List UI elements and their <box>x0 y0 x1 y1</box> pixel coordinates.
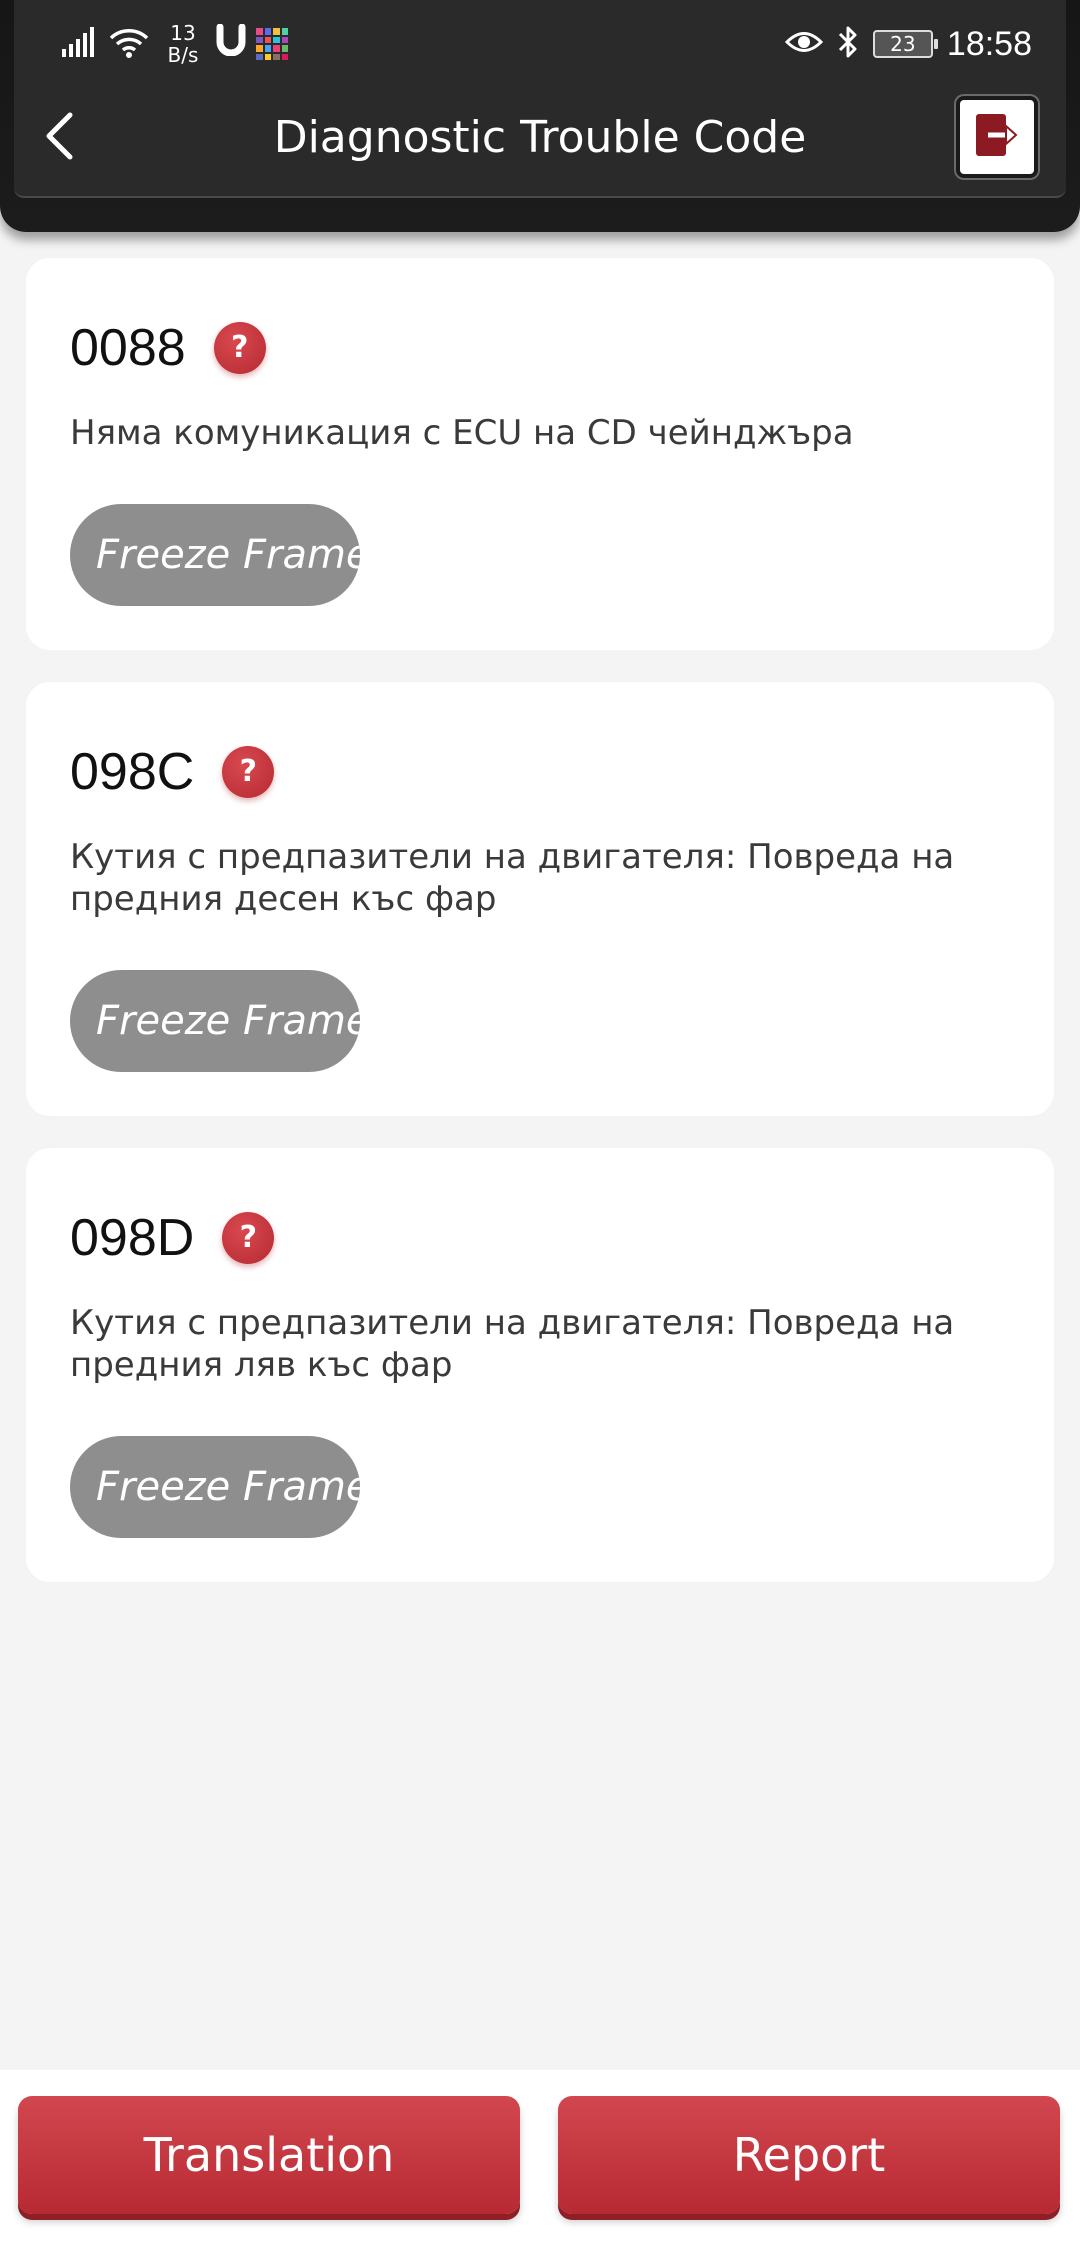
help-icon[interactable]: ? <box>222 746 275 798</box>
exit-button[interactable] <box>956 96 1038 178</box>
code-row: 098D ? <box>70 1196 1010 1280</box>
report-button[interactable]: Report <box>558 2096 1060 2214</box>
eye-comfort-icon <box>784 29 824 59</box>
code-row: 0088 ? <box>70 306 1010 390</box>
trouble-code-card: 098D ? Кутия с предпазители на двигателя… <box>26 1148 1054 1582</box>
wifi-icon <box>108 26 150 62</box>
net-speed-unit: B/s <box>167 43 199 67</box>
trouble-code: 098D <box>70 1209 195 1267</box>
chevron-left-icon <box>44 111 74 165</box>
code-description: Кутия с предпазители на двигателя: Повре… <box>70 837 955 919</box>
translation-button[interactable]: Translation <box>18 2096 520 2214</box>
game-app-icon <box>256 28 288 60</box>
trouble-code-card: 0088 ? Няма комуникация с ECU на CD чейн… <box>26 258 1054 650</box>
freeze-frame-button[interactable]: Freeze Frame <box>70 504 360 606</box>
u-app-icon <box>216 23 246 65</box>
bottom-action-bar: Translation Report <box>0 2070 1080 2244</box>
trouble-code: 098C <box>70 743 195 801</box>
exit-door-icon <box>972 110 1022 164</box>
status-bar: 13 B/s 23 18:58 <box>0 0 1080 88</box>
trouble-code-card: 098C ? Кутия с предпазители на двигателя… <box>26 682 1054 1116</box>
trouble-code-list: 0088 ? Няма комуникация с ECU на CD чейн… <box>26 258 1054 1614</box>
signal-icon <box>62 27 98 61</box>
status-right: 23 18:58 <box>784 20 1032 68</box>
freeze-frame-button[interactable]: Freeze Frame <box>70 970 360 1072</box>
app-header: 13 B/s 23 18:58 Diagnostic Trouble Code <box>0 0 1080 232</box>
title-row: Diagnostic Trouble Code <box>0 88 1080 188</box>
help-icon[interactable]: ? <box>222 1212 275 1264</box>
help-icon[interactable]: ? <box>213 322 266 374</box>
freeze-frame-button[interactable]: Freeze Frame <box>70 1436 360 1538</box>
net-speed-value: 13 <box>170 21 196 45</box>
back-button[interactable] <box>34 108 84 168</box>
network-speed: 13 B/s <box>160 22 206 66</box>
status-left: 13 B/s <box>62 20 288 68</box>
trouble-code: 0088 <box>70 319 186 377</box>
code-description: Кутия с предпазители на двигателя: Повре… <box>70 1303 955 1385</box>
page-title: Diagnostic Trouble Code <box>273 112 807 163</box>
battery-icon: 23 <box>872 30 938 58</box>
bluetooth-icon <box>837 25 859 63</box>
clock: 18:58 <box>946 24 1032 63</box>
code-row: 098C ? <box>70 730 1010 814</box>
code-description: Няма комуникация с ECU на CD чейнджъра <box>70 413 854 453</box>
